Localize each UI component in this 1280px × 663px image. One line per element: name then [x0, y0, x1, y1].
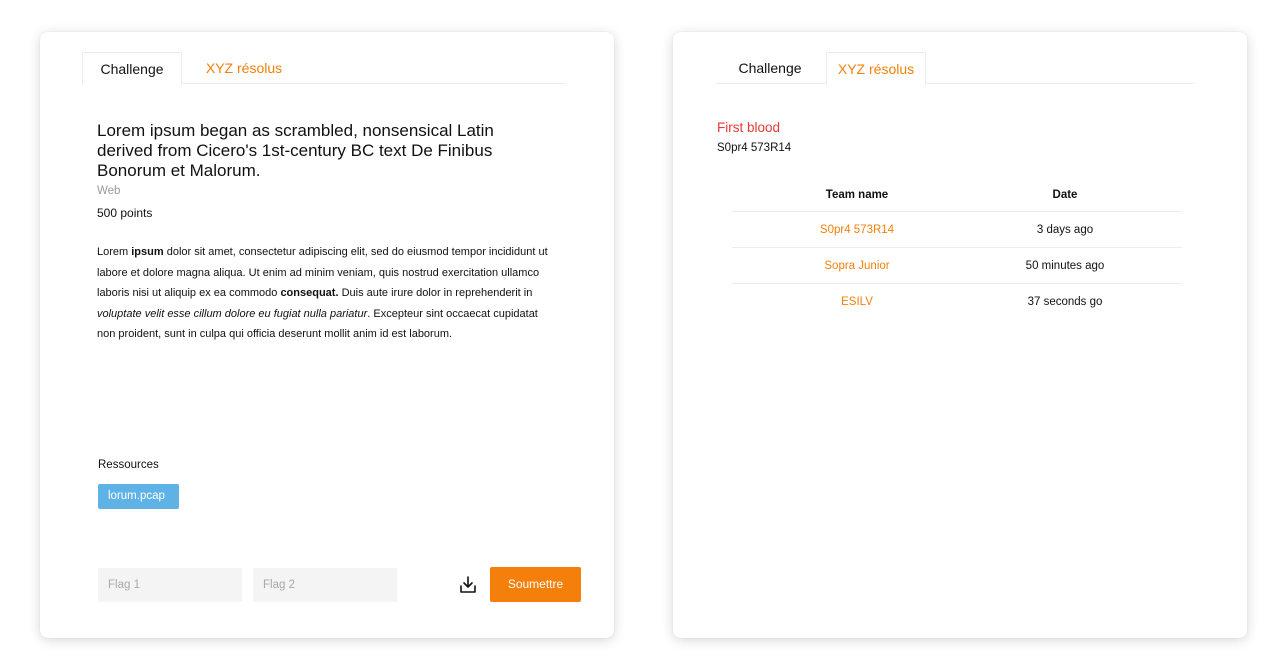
team-name-link[interactable]: ESILV	[757, 284, 957, 320]
solves-table: Team name Date S0pr4 573R14 3 days ago S…	[732, 178, 1182, 320]
tab-solved[interactable]: XYZ résolus	[183, 52, 305, 84]
first-blood-label: First blood	[717, 120, 781, 135]
download-button[interactable]	[458, 575, 478, 595]
tab-bar: Challenge XYZ résolus	[716, 52, 1194, 85]
challenge-title: Lorem ipsum began as scrambled, nonsensi…	[97, 121, 494, 180]
download-icon	[460, 576, 476, 593]
resource-file-link[interactable]: lorum.pcap	[98, 484, 179, 509]
tab-solved[interactable]: XYZ résolus	[826, 52, 926, 85]
flag-2-input[interactable]	[253, 568, 397, 602]
first-blood-team: S0pr4 573R14	[717, 142, 792, 154]
tab-challenge[interactable]: Challenge	[82, 52, 182, 85]
challenge-points: 500 points	[97, 206, 153, 220]
challenge-category: Web	[97, 185, 121, 197]
submit-button[interactable]: Soumettre	[490, 567, 581, 602]
resources-label: Ressources	[98, 459, 159, 471]
table-row: S0pr4 573R14 3 days ago	[732, 212, 1182, 248]
solves-card: Challenge XYZ résolus First blood S0pr4 …	[673, 32, 1247, 638]
challenge-description: Lorem ipsum dolor sit amet, consectetur …	[97, 246, 548, 341]
flag-1-input[interactable]	[98, 568, 242, 602]
team-name-link[interactable]: S0pr4 573R14	[757, 212, 957, 248]
tab-challenge[interactable]: Challenge	[716, 52, 824, 84]
table-row: ESILV 37 seconds go	[732, 284, 1182, 320]
challenge-card: Challenge XYZ résolus Lorem ipsum began …	[40, 32, 614, 638]
team-name-link[interactable]: Sopra Junior	[757, 248, 957, 284]
tab-bar: Challenge XYZ résolus	[82, 52, 566, 85]
solve-date: 37 seconds go	[1027, 296, 1103, 308]
solve-date: 50 minutes ago	[1025, 260, 1105, 272]
solve-date: 3 days ago	[1036, 224, 1094, 236]
column-header-date: Date	[1052, 189, 1078, 201]
table-row: Sopra Junior 50 minutes ago	[732, 248, 1182, 284]
table-header-row: Team name Date	[732, 178, 1182, 212]
column-header-team: Team name	[825, 189, 889, 201]
